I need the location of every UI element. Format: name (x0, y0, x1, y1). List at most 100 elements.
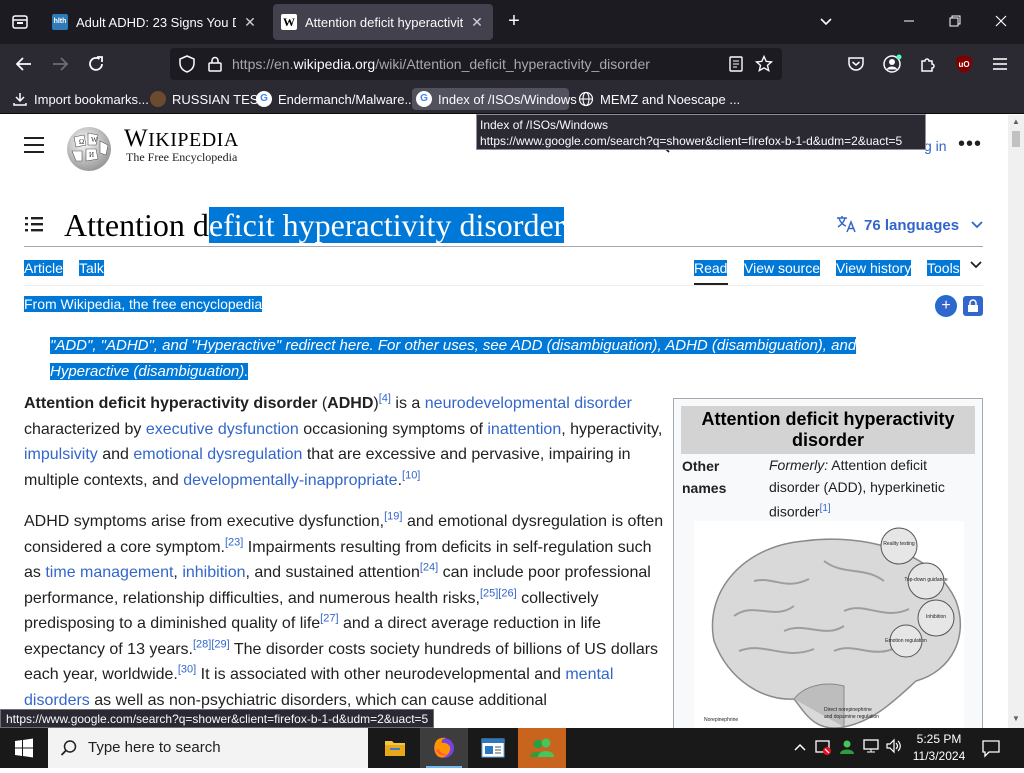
reader-view-icon[interactable] (726, 54, 746, 74)
google-favicon-icon: G (416, 91, 432, 107)
bookmark-star-icon[interactable] (754, 54, 774, 74)
lead-paragraph-2: ADHD symptoms arise from executive dysfu… (24, 510, 664, 709)
languages-button[interactable]: 76 languages (836, 215, 983, 234)
svg-text:Inhibition: Inhibition (926, 614, 946, 620)
wikipedia-wordmark[interactable]: Wikipedia (124, 125, 239, 153)
users-app-taskbar-icon[interactable] (518, 728, 566, 768)
clock-date: 11/3/2024 (912, 749, 966, 763)
show-hidden-icons-chevron-icon[interactable] (790, 738, 810, 758)
tracking-protection-shield-icon[interactable] (178, 55, 196, 73)
forward-arrow-icon[interactable] (48, 52, 72, 76)
clock-time: 5:25 PM (916, 732, 962, 746)
tooltip-url: https://www.google.com/search?q=shower&c… (480, 134, 903, 148)
taskbar-clock[interactable]: 5:25 PM 11/3/2024 (908, 731, 970, 765)
site-sub: From Wikipedia, the free encyclopedia (24, 296, 263, 312)
bookmark-label: Index of /ISOs/Windows (438, 91, 577, 107)
tooltip-title: Index of /ISOs/Windows (480, 118, 609, 132)
scroll-down-arrow-icon[interactable]: ▼ (1008, 714, 1024, 723)
reload-icon[interactable] (84, 52, 108, 76)
svg-text:Emotion regulation: Emotion regulation (885, 638, 927, 644)
semi-protected-lock-icon[interactable] (963, 296, 983, 316)
brain-diagram-image[interactable]: Reality testing Top-down guidance Inhibi… (694, 521, 964, 728)
hamburger-menu-icon[interactable] (988, 52, 1012, 76)
back-arrow-icon[interactable] (12, 52, 36, 76)
security-alert-tray-icon[interactable] (813, 738, 833, 758)
main-menu-icon[interactable] (24, 137, 44, 153)
tab-adhd-wikipedia[interactable]: W Attention deficit hyperactivity d ✕ (273, 4, 493, 40)
minimize-icon[interactable] (886, 0, 932, 44)
redirect-hatnote: "ADD", "ADHD", and "Hyperactive" redirec… (50, 337, 857, 380)
tab-view-source[interactable]: View source (744, 260, 821, 276)
restore-icon[interactable] (932, 0, 978, 44)
account-icon[interactable] (880, 52, 904, 76)
tab-read[interactable]: Read (694, 260, 728, 276)
more-options-ellipsis-icon[interactable]: ••• (958, 133, 982, 156)
people-tray-icon[interactable] (837, 738, 857, 758)
close-window-icon[interactable] (978, 0, 1024, 44)
search-placeholder: Type here to search (88, 739, 221, 756)
web-page: Ω W И Wikipedia The Free Encyclopedia g … (0, 115, 1008, 728)
close-tab-icon[interactable]: ✕ (242, 14, 258, 31)
tab-view-history[interactable]: View history (836, 260, 912, 276)
import-arrow-icon (12, 91, 28, 107)
table-of-contents-icon[interactable] (24, 215, 44, 233)
globe-icon (578, 91, 594, 107)
ublock-origin-icon[interactable]: uO (952, 52, 976, 76)
padlock-icon[interactable] (208, 56, 222, 72)
svg-text:И: И (89, 151, 94, 159)
address-bar[interactable]: https://en.wikipedia.org/wiki/Attention_… (170, 48, 782, 80)
firefox-view-icon[interactable] (8, 10, 32, 34)
tab-title: Attention deficit hyperactivity d (305, 14, 463, 30)
tab-article[interactable]: Article (24, 260, 63, 276)
infobox-title: Attention deficit hyperactivity disorder (681, 406, 975, 454)
volume-tray-icon[interactable] (884, 738, 904, 758)
bookmark-label: Import bookmarks... (34, 91, 149, 107)
new-tab-plus-icon[interactable]: + (502, 10, 526, 34)
bookmark-endermanch[interactable]: G Endermanch/Malware... (252, 88, 419, 110)
bookmark-import[interactable]: Import bookmarks... (8, 88, 153, 110)
url-text[interactable]: https://en.wikipedia.org/wiki/Attention_… (232, 56, 650, 72)
close-tab-icon[interactable]: ✕ (469, 14, 485, 31)
wikipedia-tagline: The Free Encyclopedia (126, 150, 238, 164)
svg-text:Top-down guidance: Top-down guidance (904, 577, 948, 583)
tools-chevron-down-icon[interactable] (970, 259, 982, 273)
bookmark-tooltip: Index of /ISOs/Windows https://www.googl… (476, 114, 926, 150)
lead-paragraph-1: Attention deficit hyperactivity disorder… (24, 392, 663, 489)
heading-divider (24, 246, 983, 247)
svg-text:and dopamine regulation: and dopamine regulation (824, 714, 879, 720)
file-explorer-icon[interactable] (371, 728, 419, 768)
svg-text:W: W (91, 136, 98, 144)
tab-talk[interactable]: Talk (79, 260, 104, 276)
russian-test-favicon-icon (150, 91, 166, 107)
tab-bar: hlth Adult ADHD: 23 Signs You Do N ✕ W A… (0, 0, 1024, 44)
search-icon (60, 740, 77, 756)
scrollbar-thumb[interactable] (1012, 131, 1020, 147)
login-link[interactable]: g in (924, 138, 947, 154)
svg-text:Ω: Ω (79, 138, 84, 146)
taskbar-search-box[interactable]: Type here to search (48, 728, 368, 768)
action-center-notification-icon[interactable] (980, 738, 1002, 758)
wikipedia-globe-logo-icon[interactable]: Ω W И (64, 123, 114, 173)
infobox: Attention deficit hyperactivity disorder… (673, 398, 983, 728)
list-all-tabs-chevron-icon[interactable] (814, 10, 838, 34)
infobox-label-other-names: Other names (682, 458, 727, 496)
navigation-toolbar: https://en.wikipedia.org/wiki/Attention_… (0, 44, 1024, 106)
reader-app-taskbar-icon[interactable] (469, 728, 517, 768)
pocket-icon[interactable] (844, 52, 868, 76)
good-article-plus-icon[interactable]: + (936, 296, 956, 316)
bookmark-memz[interactable]: MEMZ and Noescape ... (574, 88, 744, 110)
extensions-puzzle-icon[interactable] (916, 52, 940, 76)
tabs-divider (24, 285, 983, 286)
svg-text:uO: uO (958, 60, 969, 69)
network-tray-icon[interactable] (861, 738, 881, 758)
bookmark-index-isos[interactable]: G Index of /ISOs/Windows (412, 88, 577, 110)
start-windows-icon[interactable] (0, 728, 48, 768)
svg-text:Norepinephrine: Norepinephrine (704, 717, 738, 723)
tab-tools[interactable]: Tools (927, 260, 960, 276)
site-favicon-icon: hlth (52, 14, 68, 30)
firefox-taskbar-icon[interactable] (420, 728, 468, 768)
page-scrollbar[interactable]: ▲ ▼ (1008, 115, 1024, 728)
infobox-value-other-names: Formerly: Attention deficit disorder (AD… (769, 457, 945, 520)
scroll-up-arrow-icon[interactable]: ▲ (1008, 117, 1024, 126)
tab-adult-adhd[interactable]: hlth Adult ADHD: 23 Signs You Do N ✕ (44, 4, 266, 40)
